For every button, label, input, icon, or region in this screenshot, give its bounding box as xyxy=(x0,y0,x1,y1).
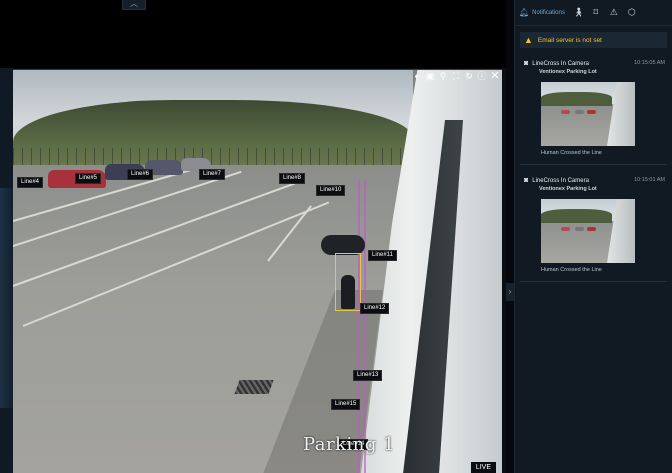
line-label-7[interactable]: Line#7 xyxy=(199,169,226,180)
top-collapse-handle[interactable]: ︿ xyxy=(122,0,146,10)
card-header: ◙ LineCross In Camera 10:15:01 AM xyxy=(520,177,667,185)
live-badge: LIVE xyxy=(470,462,496,473)
bookmark-icon[interactable]: ⌑ xyxy=(591,7,601,18)
line-label-15[interactable]: Line#15 xyxy=(331,399,361,410)
line-label-12[interactable]: Line#12 xyxy=(360,303,390,314)
card-title: LineCross In Camera xyxy=(532,61,589,67)
card-divider xyxy=(520,164,667,165)
bell-icon: 🔔︎ xyxy=(519,8,530,17)
card-event: Human Crossed the Line xyxy=(541,150,602,156)
viewer-top-area: ︿ xyxy=(0,0,506,68)
card-event: Human Crossed the Line xyxy=(541,267,602,273)
image-icon[interactable]: ▣ xyxy=(425,71,435,81)
stop-icon[interactable]: ⬡ xyxy=(627,7,637,18)
warning-icon[interactable]: ⚠ xyxy=(609,7,619,18)
panel-collapse-toggle[interactable]: › xyxy=(506,283,514,301)
refresh-icon[interactable]: ↻ xyxy=(464,71,474,81)
line-label-10[interactable]: Line#10 xyxy=(316,185,346,196)
crossing-line xyxy=(364,180,366,473)
line-label-4[interactable]: Line#4 xyxy=(17,177,44,188)
card-title: LineCross In Camera xyxy=(532,178,589,184)
camera-icon: ◙ xyxy=(524,177,529,184)
crossing-line xyxy=(358,180,360,473)
notification-card[interactable]: ◙ LineCross In Camera 10:15:05 AM Ventio… xyxy=(520,56,667,160)
card-time: 10:15:05 AM xyxy=(634,60,665,66)
alert-text: Email server is not set xyxy=(537,36,602,44)
camera-icon: ◙ xyxy=(524,60,529,67)
app-window: ︿ Line#4 Line#5 Line#6 Line#7 Line#8 Lin… xyxy=(0,0,672,473)
walking-person-icon[interactable]: 🚶︎ xyxy=(573,7,584,18)
card-location: Ventionex Parking Lot xyxy=(539,186,597,192)
line-label-5[interactable]: Line#5 xyxy=(75,173,102,184)
person-detection-box[interactable] xyxy=(335,253,361,311)
card-snapshot[interactable] xyxy=(541,82,635,146)
viewer-right-border xyxy=(502,68,506,473)
line-label-6[interactable]: Line#6 xyxy=(127,169,154,180)
warning-triangle-icon: ▲ xyxy=(524,35,533,45)
notifications-panel: 🔔︎ Notifications 🚶︎ ⌑ ⚠ ⬡ ▲ Email server… xyxy=(514,0,672,473)
notification-card[interactable]: ◙ LineCross In Camera 10:15:01 AM Ventio… xyxy=(520,173,667,277)
scene-drain xyxy=(234,380,274,394)
panel-header: 🔔︎ Notifications 🚶︎ ⌑ ⚠ ⬡ xyxy=(515,0,672,26)
card-snapshot[interactable] xyxy=(541,199,635,263)
camera-name-overlay: Parking 1 xyxy=(303,434,396,455)
card-time: 10:15:01 AM xyxy=(634,177,665,183)
camera-toolbar: ◐ ▣ ⚲ ⛶ ↻ ⓘ ✕ xyxy=(412,71,500,82)
line-label-11[interactable]: Line#11 xyxy=(368,250,397,261)
close-icon[interactable]: ✕ xyxy=(490,71,500,82)
card-divider xyxy=(520,281,667,282)
email-alert-banner[interactable]: ▲ Email server is not set xyxy=(520,32,667,48)
tab-notifications[interactable]: 🔔︎ Notifications xyxy=(519,8,565,17)
left-side-strip xyxy=(0,68,13,473)
fullscreen-icon[interactable]: ⛶ xyxy=(451,71,461,81)
line-label-13[interactable]: Line#13 xyxy=(353,370,383,381)
contrast-icon[interactable]: ◐ xyxy=(412,71,422,81)
parked-motorcycle xyxy=(321,235,365,255)
person-detect-icon[interactable]: ⚲ xyxy=(438,71,448,81)
card-location: Ventionex Parking Lot xyxy=(539,69,597,75)
tab-notifications-label: Notifications xyxy=(532,9,565,16)
card-header: ◙ LineCross In Camera 10:15:05 AM xyxy=(520,60,667,68)
camera-view[interactable]: Line#4 Line#5 Line#6 Line#7 Line#8 Line#… xyxy=(13,69,502,473)
info-icon[interactable]: ⓘ xyxy=(477,71,487,81)
line-label-8[interactable]: Line#8 xyxy=(279,173,306,184)
